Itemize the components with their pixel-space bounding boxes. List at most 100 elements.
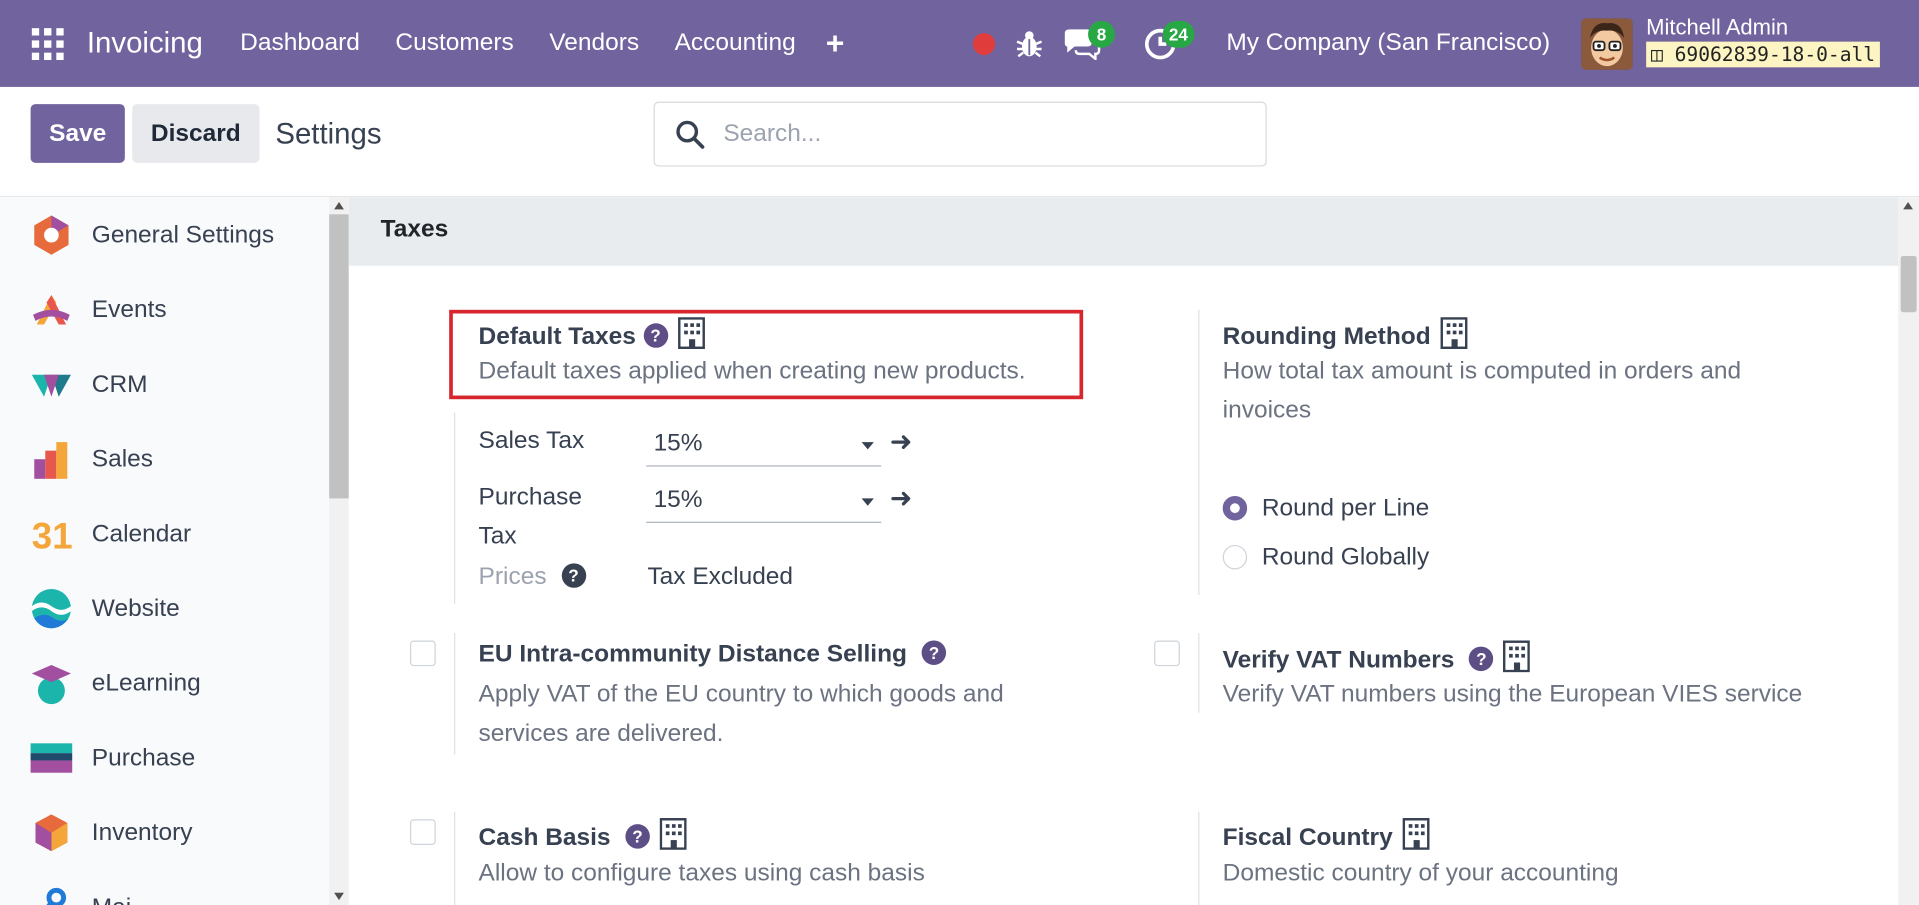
company-building-icon	[1440, 317, 1468, 350]
company-building-icon	[659, 818, 687, 850]
sales-icon	[34, 442, 68, 479]
chat-badge: 8	[1088, 20, 1115, 48]
default-taxes-label: Default Taxes	[478, 323, 636, 351]
database-icon: ◫	[1651, 42, 1663, 67]
sales-tax-select[interactable]: 15%	[646, 422, 882, 467]
round-globally-radio[interactable]	[1222, 544, 1248, 570]
divider	[1198, 633, 1200, 713]
record-icon[interactable]	[973, 33, 996, 56]
cash-basis-title: Cash Basis?	[479, 818, 687, 852]
purchase-tax-label: Purchase	[478, 483, 582, 511]
bug-icon[interactable]	[1016, 29, 1043, 58]
eu-distance-selling-description: Apply VAT of the EU country to which goo…	[478, 680, 1004, 708]
plus-icon[interactable]: +	[826, 24, 845, 62]
sidebar-item-calendar[interactable]: 31 Calendar	[0, 509, 328, 558]
sidebar-item-elearning[interactable]: eLearning	[0, 659, 328, 708]
sidebar-scroll-thumb[interactable]	[329, 214, 349, 499]
help-icon[interactable]: ?	[1469, 646, 1494, 672]
sales-tax-value: 15%	[653, 429, 703, 457]
company-building-icon	[1503, 640, 1531, 673]
default-taxes-title: Default Taxes?	[479, 317, 705, 351]
page-title: Settings	[275, 117, 382, 151]
sidebar-item-maintenance[interactable]: Mai...	[0, 883, 328, 905]
help-icon[interactable]: ?	[921, 640, 947, 665]
sidebar-item-label: Purchase	[91, 743, 196, 771]
company-switcher[interactable]: My Company (San Francisco)	[1226, 29, 1550, 57]
eu-distance-selling-checkbox[interactable]	[410, 640, 436, 667]
main-scrollbar[interactable]	[1898, 197, 1919, 905]
app-name[interactable]: Invoicing	[87, 26, 203, 60]
cash-basis-description: Allow to configure taxes using cash basi…	[478, 859, 925, 887]
activity-badge: 24	[1162, 20, 1195, 48]
company-building-icon	[1402, 818, 1430, 850]
chevron-down-icon	[861, 442, 874, 450]
sidebar-item-label: Inventory	[91, 818, 193, 846]
scroll-down-arrow-icon[interactable]	[334, 892, 344, 901]
verify-vat-checkbox[interactable]	[1154, 640, 1180, 667]
round-globally-label[interactable]: Round Globally	[1262, 544, 1429, 572]
divider	[454, 412, 456, 604]
cash-basis-label: Cash Basis	[478, 824, 611, 852]
eu-distance-selling-title: EU Intra-community Distance Selling?	[479, 640, 947, 668]
user-avatar[interactable]	[1581, 18, 1633, 70]
rounding-method-description: How total tax amount is computed in orde…	[1222, 357, 1742, 385]
save-button[interactable]: Save	[30, 104, 125, 163]
purchase-tax-label-line2: Tax	[478, 522, 517, 550]
purchase-tax-value: 15%	[653, 486, 703, 514]
events-icon	[33, 295, 70, 325]
cash-basis-checkbox[interactable]	[410, 819, 436, 845]
scroll-up-arrow-icon[interactable]	[334, 202, 344, 210]
round-per-line-label[interactable]: Round per Line	[1262, 495, 1429, 523]
user-name[interactable]: Mitchell Admin	[1646, 15, 1788, 41]
sidebar-item-label: Events	[91, 295, 167, 323]
sidebar-item-website[interactable]: Website	[0, 584, 328, 633]
help-icon[interactable]: ?	[643, 323, 668, 348]
fiscal-country-label: Fiscal Country	[1222, 824, 1393, 852]
default-taxes-description: Default taxes applied when creating new …	[478, 357, 1026, 385]
sidebar-item-purchase[interactable]: Purchase	[0, 734, 328, 783]
elearning-icon	[31, 664, 71, 705]
rounding-method-description-line2: invoices	[1222, 396, 1312, 424]
sidebar-item-sales[interactable]: Sales	[0, 435, 328, 484]
eu-distance-selling-label: EU Intra-community Distance Selling	[478, 640, 908, 668]
purchase-tax-open-arrow-icon[interactable]: ➜	[890, 482, 913, 514]
eu-distance-selling-description-line2: services are delivered.	[478, 720, 724, 748]
help-icon[interactable]: ?	[625, 824, 650, 849]
section-header: Taxes	[348, 197, 1899, 266]
scroll-up-arrow-icon[interactable]	[1903, 202, 1913, 210]
purchase-icon	[30, 743, 73, 773]
menu-dashboard[interactable]: Dashboard	[222, 29, 377, 57]
company-building-icon	[677, 317, 705, 350]
sidebar-item-label: Calendar	[91, 519, 192, 547]
settings-sidebar: General Settings Events CRM Sales 31 Cal…	[0, 197, 349, 905]
sidebar-item-general-settings[interactable]: General Settings	[0, 211, 328, 260]
settings-main: Taxes Default Taxes? Default taxes appli…	[348, 197, 1919, 905]
sales-tax-open-arrow-icon[interactable]: ➜	[890, 426, 913, 458]
search-input[interactable]	[723, 120, 1238, 149]
menu-customers[interactable]: Customers	[378, 29, 532, 57]
search-box[interactable]	[653, 101, 1267, 167]
apps-grid-icon[interactable]	[31, 27, 64, 60]
section-title-taxes: Taxes	[380, 215, 449, 243]
menu-accounting[interactable]: Accounting	[657, 29, 814, 57]
general-settings-icon	[34, 215, 69, 255]
discard-button[interactable]: Discard	[132, 104, 260, 163]
sidebar-scrollbar[interactable]	[329, 197, 349, 905]
database-name: ◫ 69062839-18-0-all	[1646, 41, 1880, 68]
prices-label: Prices?	[479, 557, 586, 596]
sidebar-item-label: eLearning	[91, 669, 201, 697]
purchase-tax-select[interactable]: 15%	[646, 479, 882, 523]
fiscal-country-title: Fiscal Country	[1223, 818, 1430, 852]
sidebar-item-events[interactable]: Events	[0, 285, 328, 334]
menu-vendors[interactable]: Vendors	[532, 29, 657, 57]
website-icon	[31, 589, 71, 629]
help-icon[interactable]: ?	[561, 563, 586, 588]
control-panel: Save Discard Settings	[0, 86, 1919, 198]
round-per-line-radio[interactable]	[1222, 495, 1248, 521]
divider	[1198, 309, 1200, 596]
sidebar-item-inventory[interactable]: Inventory	[0, 808, 328, 857]
sidebar-item-crm[interactable]: CRM	[0, 360, 328, 409]
rounding-method-title: Rounding Method	[1223, 317, 1468, 351]
main-scroll-thumb[interactable]	[1900, 255, 1917, 313]
search-icon	[676, 120, 705, 149]
